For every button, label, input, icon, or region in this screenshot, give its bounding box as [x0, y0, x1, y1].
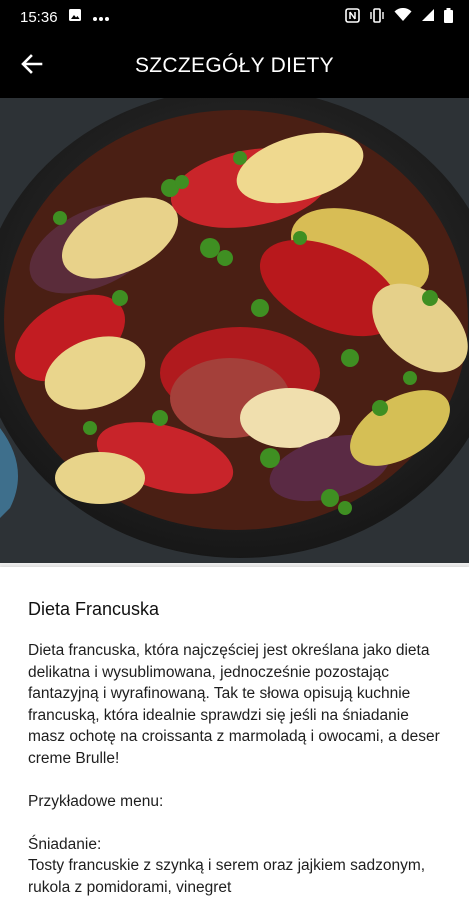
image-icon [68, 8, 82, 26]
page-title: SZCZEGÓŁY DIETY [135, 54, 334, 77]
more-dots-icon [92, 9, 110, 26]
back-button[interactable] [16, 50, 48, 82]
arrow-left-icon [21, 53, 43, 79]
battery-icon [444, 7, 453, 27]
breakfast-label: Śniadanie: [28, 835, 102, 853]
nfc-icon [345, 7, 360, 27]
wifi-icon [394, 7, 412, 26]
diet-description: Dieta francuska, która najczęściej jest … [28, 642, 440, 767]
status-right [345, 7, 453, 27]
status-time: 15:36 [20, 8, 58, 26]
hero-image [0, 98, 469, 563]
status-left: 15:36 [20, 8, 110, 26]
breakfast-text: Tosty francuskie z szynką i serem oraz j… [28, 857, 426, 896]
signal-icon [421, 8, 435, 26]
status-bar: 15:36 [0, 0, 469, 34]
diet-details-card: Dieta Francuska Dieta francuska, która n… [0, 567, 469, 900]
vibrate-icon [369, 7, 385, 27]
menu-heading: Przykładowe menu: [28, 792, 164, 810]
app-bar: SZCZEGÓŁY DIETY [0, 34, 469, 98]
diet-title: Dieta Francuska [28, 599, 160, 619]
